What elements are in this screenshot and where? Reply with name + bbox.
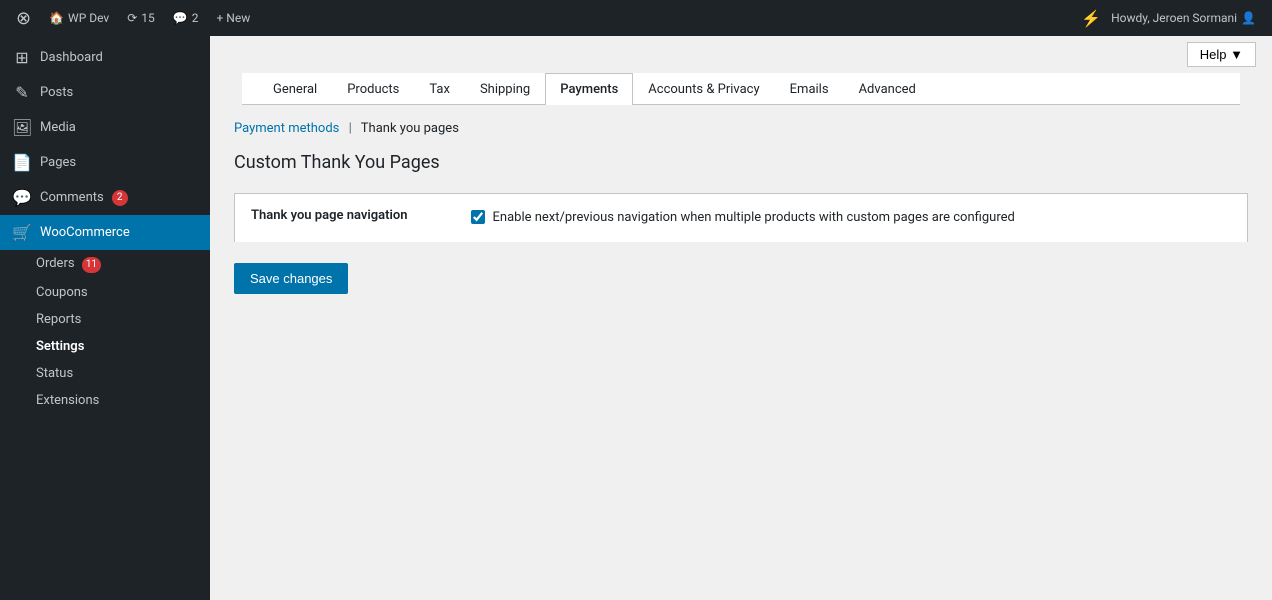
woocommerce-submenu: Orders 11 Coupons Reports Settings Statu… xyxy=(0,250,210,414)
updates-item[interactable]: ⟳ 15 xyxy=(121,0,161,36)
main-layout: ⊞ Dashboard ✎ Posts 🖼 Media 📄 Pages 💬 Co… xyxy=(0,36,1272,600)
tab-tax[interactable]: Tax xyxy=(414,73,465,105)
tabs-wrapper: General Products Tax Shipping Payments A… xyxy=(210,73,1272,105)
sidebar-subitem-orders[interactable]: Orders 11 xyxy=(0,250,210,279)
wp-logo-icon: ⊗ xyxy=(16,8,31,29)
table-row: Thank you page navigation Enable next/pr… xyxy=(235,194,1248,243)
help-button[interactable]: Help ▼ xyxy=(1187,42,1256,67)
sidebar-subitem-extensions[interactable]: Extensions xyxy=(0,387,210,414)
sidebar-item-pages[interactable]: 📄 Pages xyxy=(0,145,210,180)
comments-icon: 💬 xyxy=(173,11,188,25)
tab-products[interactable]: Products xyxy=(332,73,414,105)
breadcrumb-separator: | xyxy=(349,121,352,136)
tab-advanced[interactable]: Advanced xyxy=(844,73,931,105)
user-greeting[interactable]: Howdy, Jeroen Sormani 👤 xyxy=(1105,0,1262,36)
breadcrumb-current: Thank you pages xyxy=(361,121,459,136)
sidebar-subitem-coupons[interactable]: Coupons xyxy=(0,279,210,306)
checkbox-row: Enable next/previous navigation when mul… xyxy=(471,208,1232,228)
sidebar-subitem-status[interactable]: Status xyxy=(0,360,210,387)
tab-accounts-privacy[interactable]: Accounts & Privacy xyxy=(633,73,774,105)
save-changes-button[interactable]: Save changes xyxy=(234,263,348,294)
settings-table: Thank you page navigation Enable next/pr… xyxy=(234,193,1248,243)
sidebar-item-woocommerce[interactable]: 🛒 WooCommerce xyxy=(0,215,210,250)
sidebar-item-label: Posts xyxy=(40,85,73,100)
pages-icon: 📄 xyxy=(12,153,32,172)
dashboard-icon: ⊞ xyxy=(12,48,32,67)
tab-emails[interactable]: Emails xyxy=(775,73,844,105)
comments-sidebar-icon: 💬 xyxy=(12,188,32,207)
comments-item[interactable]: 💬 2 xyxy=(167,0,205,36)
site-name[interactable]: 🏠 WP Dev xyxy=(43,0,115,36)
sidebar-item-label: Comments xyxy=(40,190,104,205)
content-area: Help ▼ General Products Tax Shipping Pay… xyxy=(210,36,1272,600)
navigation-checkbox[interactable] xyxy=(471,210,485,224)
woocommerce-icon: 🛒 xyxy=(12,223,32,242)
new-item[interactable]: + New xyxy=(210,0,256,36)
updates-icon: ⟳ xyxy=(127,11,137,25)
media-icon: 🖼 xyxy=(12,118,32,137)
page-title: Custom Thank You Pages xyxy=(234,152,1248,173)
orders-badge: 11 xyxy=(82,257,101,273)
wp-logo[interactable]: ⊗ xyxy=(10,0,37,36)
tab-payments[interactable]: Payments xyxy=(545,73,633,105)
user-avatar-icon: 👤 xyxy=(1241,11,1256,25)
sidebar-item-label: WooCommerce xyxy=(40,225,130,240)
tab-shipping[interactable]: Shipping xyxy=(465,73,545,105)
admin-bar-right: ⚡ Howdy, Jeroen Sormani 👤 xyxy=(1081,0,1262,36)
breadcrumb: Payment methods | Thank you pages xyxy=(234,121,1248,136)
help-bar: Help ▼ xyxy=(210,36,1272,73)
sidebar-item-dashboard[interactable]: ⊞ Dashboard xyxy=(0,40,210,75)
lightning-icon: ⚡ xyxy=(1081,9,1101,28)
tab-general[interactable]: General xyxy=(258,73,332,105)
posts-icon: ✎ xyxy=(12,83,32,102)
tabs-bar: General Products Tax Shipping Payments A… xyxy=(242,73,1240,105)
sidebar-item-label: Dashboard xyxy=(40,50,103,65)
setting-value: Enable next/previous navigation when mul… xyxy=(455,194,1248,243)
breadcrumb-parent-link[interactable]: Payment methods xyxy=(234,121,339,136)
comments-badge: 2 xyxy=(112,190,128,206)
sidebar-item-label: Media xyxy=(40,120,76,135)
admin-bar: ⊗ 🏠 WP Dev ⟳ 15 💬 2 + New ⚡ Howdy, Jeroe… xyxy=(0,0,1272,36)
home-icon: 🏠 xyxy=(49,11,64,25)
sidebar-item-label: Pages xyxy=(40,155,76,170)
sidebar-item-media[interactable]: 🖼 Media xyxy=(0,110,210,145)
sidebar-subitem-reports[interactable]: Reports xyxy=(0,306,210,333)
sidebar: ⊞ Dashboard ✎ Posts 🖼 Media 📄 Pages 💬 Co… xyxy=(0,36,210,600)
sidebar-item-comments[interactable]: 💬 Comments 2 xyxy=(0,180,210,215)
setting-label: Thank you page navigation xyxy=(235,194,455,243)
page-content: Payment methods | Thank you pages Custom… xyxy=(210,105,1272,310)
checkbox-label[interactable]: Enable next/previous navigation when mul… xyxy=(493,208,1015,228)
sidebar-item-posts[interactable]: ✎ Posts xyxy=(0,75,210,110)
sidebar-subitem-settings[interactable]: Settings xyxy=(0,333,210,360)
